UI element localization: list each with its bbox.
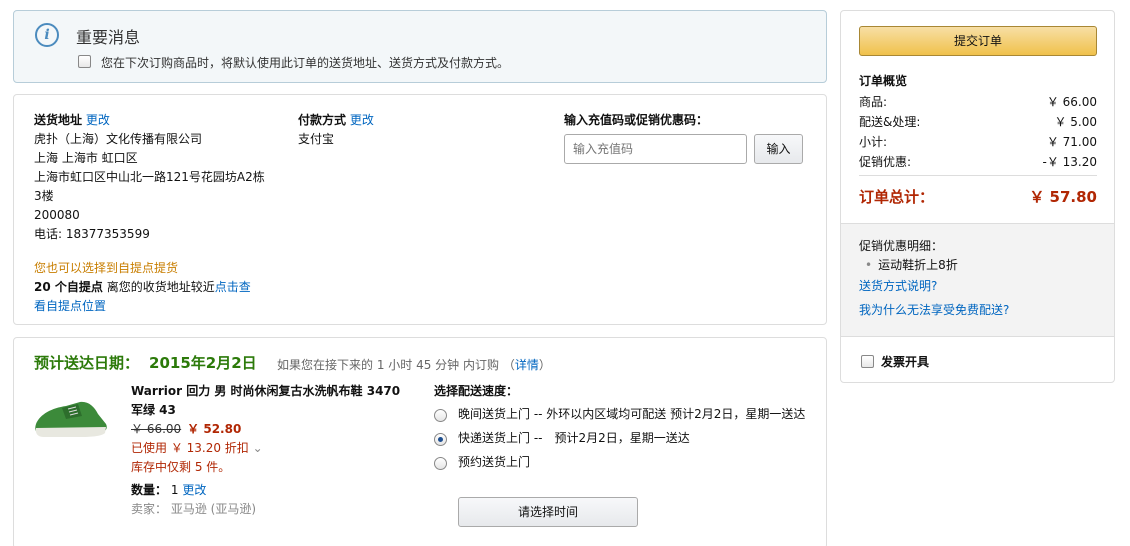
address-phone: 电话: 18377353599 (34, 227, 150, 241)
invoice-checkbox[interactable] (861, 355, 874, 368)
pickup-section: 您也可以选择到自提点提货 20 个自提点 离您的收货地址较近点击查 看自提点位置 (34, 259, 251, 316)
summary-row: 配送&处理: ￥ 5.00 (859, 112, 1097, 132)
address-line: 3楼 (34, 189, 54, 203)
promo-detail-item: • 运动鞋折上8折 (865, 256, 958, 273)
summary-row: 商品: ￥ 66.00 (859, 92, 1097, 112)
product-info: Warrior 回力 男 时尚休闲复古水洗帆布鞋 3470 军绿 43 ￥ 66… (131, 382, 411, 519)
row-value: ￥ 71.00 (1046, 135, 1097, 149)
quantity-value: 1 (170, 483, 179, 497)
address-line: 200080 (34, 208, 80, 222)
change-quantity-link[interactable]: 更改 (182, 483, 206, 497)
promo-details: 促销优惠明细： • 运动鞋折上8折 送货方式说明? 我为什么无法享受免费配送? (841, 223, 1114, 337)
view-pickup-link-cont[interactable]: 看自提点位置 (34, 299, 106, 313)
deadline-text: 如果您在接下来的 1 小时 45 分钟 内订购 (277, 358, 499, 372)
row-label: 配送&处理: (859, 115, 921, 129)
payment-method: 支付宝 (298, 132, 335, 146)
option-label: 预约送货上门 (458, 455, 531, 469)
change-address-link[interactable]: 更改 (86, 113, 110, 127)
change-payment-link[interactable]: 更改 (350, 113, 374, 127)
discount-applied: 已使用 ￥ 13.20 折扣 ⌄ (131, 439, 411, 458)
address-line: 上海市虹口区中山北一路121号花园坊A2栋 (34, 170, 265, 184)
est-label: 预计送达日期： (34, 354, 140, 372)
row-label: 商品: (859, 95, 888, 109)
view-pickup-link[interactable]: 点击查 (215, 280, 251, 294)
est-date: 2015年2月2日 (149, 354, 257, 372)
promo-item-text: 运动鞋折上8折 (878, 258, 958, 272)
bullet-icon: • (865, 258, 873, 272)
address-payment-panel: 送货地址 更改 虎扑（上海）文化传播有限公司 上海 上海市 虹口区 上海市虹口区… (13, 94, 827, 325)
order-total: 订单总计： ￥ 57.80 (859, 186, 1097, 207)
info-icon: i (35, 23, 59, 47)
option-label: 快递送货上门 -- 预计2月2日，星期一送达 (458, 431, 690, 445)
sale-price: ￥ 52.80 (187, 422, 242, 436)
seller-label: 卖家： (131, 502, 168, 516)
free-shipping-link[interactable]: 我为什么无法享受免费配送? (859, 301, 1009, 318)
seller-name: 亚马逊 (亚马逊) (170, 502, 257, 516)
submit-order-button[interactable]: 提交订单 (859, 26, 1097, 56)
promo-detail-title: 促销优惠明细： (859, 239, 944, 253)
address-line: 上海 上海市 虹口区 (34, 151, 138, 165)
shipping-option-express[interactable]: 快递送货上门 -- 预计2月2日，星期一送达 (434, 429, 814, 448)
default-settings-checkbox[interactable] (78, 55, 91, 68)
radio-button[interactable] (434, 457, 447, 470)
shipping-option-scheduled[interactable]: 预约送货上门 (434, 453, 814, 472)
row-label: 小计: (859, 135, 888, 149)
estimated-delivery: 预计送达日期： 2015年2月2日 (34, 352, 257, 373)
invoice-label: 发票开具 (881, 355, 930, 369)
order-deadline-note: 如果您在接下来的 1 小时 45 分钟 内订购 （详情） (277, 356, 551, 373)
order-summary: 提交订单 订单概览 商品: ￥ 66.00 配送&处理: ￥ 5.00 小计: ￥ 7… (840, 10, 1115, 383)
shipping-speed-title: 选择配送速度： (434, 384, 519, 398)
paren: （ (502, 358, 515, 372)
option-label: 晚间送货上门 -- 外环以内区域均可配送 预计2月2日，星期一送达 (458, 407, 806, 421)
promo-section: 输入充值码或促销优惠码： 输入 (564, 111, 803, 164)
important-notice: i 重要消息 您在下次订购商品时，将默认使用此订单的送货地址、送货方式及付款方式… (13, 10, 827, 83)
shipping-option-evening[interactable]: 晚间送货上门 -- 外环以内区域均可配送 预计2月2日，星期一送达 (434, 405, 814, 424)
notice-title: 重要消息 (76, 28, 141, 47)
total-value: ￥ 57.80 (1029, 188, 1097, 206)
radio-button[interactable] (434, 409, 447, 422)
default-settings-label: 您在下次订购商品时，将默认使用此订单的送货地址、送货方式及付款方式。 (101, 56, 510, 70)
details-link[interactable]: 详情 (515, 358, 539, 372)
overview-title: 订单概览 (859, 74, 908, 88)
row-label: 促销优惠: (859, 155, 912, 169)
radio-button-selected[interactable] (434, 433, 447, 446)
product-name[interactable]: Warrior 回力 男 时尚休闲复古水洗帆布鞋 3470 军绿 43 (131, 382, 411, 420)
chevron-down-icon[interactable]: ⌄ (253, 441, 263, 455)
discount-text: 已使用 ￥ 13.20 折扣 (131, 441, 249, 455)
row-value: ￥ 66.00 (1046, 95, 1097, 109)
address-line: 虎扑（上海）文化传播有限公司 (34, 132, 203, 146)
product-image[interactable] (32, 394, 110, 442)
promo-label: 输入充值码或促销优惠码： (564, 113, 709, 127)
summary-row: 促销优惠: -￥ 13.20 (859, 152, 1097, 172)
row-value: ￥ 5.00 (1054, 115, 1097, 129)
quantity-label: 数量： (131, 483, 168, 497)
shipping-speed-section: 选择配送速度： 晚间送货上门 -- 外环以内区域均可配送 预计2月2日，星期一送… (434, 382, 814, 527)
paren: ） (538, 358, 551, 372)
shipping-address-section: 送货地址 更改 虎扑（上海）文化传播有限公司 上海 上海市 虹口区 上海市虹口区… (34, 111, 265, 244)
pickup-count: 20 个自提点 (34, 280, 103, 294)
shipping-address-label: 送货地址 (34, 113, 83, 127)
divider (859, 175, 1097, 176)
pickup-distance-text: 离您的收货地址较近 (106, 280, 215, 294)
payment-section: 付款方式 更改 支付宝 (298, 111, 374, 149)
shipping-info-link[interactable]: 送货方式说明? (859, 277, 937, 294)
summary-row: 小计: ￥ 71.00 (859, 132, 1097, 152)
invoice-option[interactable]: 发票开具 (861, 353, 929, 370)
row-value: -￥ 13.20 (1042, 155, 1098, 169)
stock-warning: 库存中仅剩 5 件。 (131, 460, 231, 474)
payment-label: 付款方式 (298, 113, 347, 127)
total-label: 订单总计： (859, 188, 935, 206)
delivery-panel: 预计送达日期： 2015年2月2日 如果您在接下来的 1 小时 45 分钟 内订购… (13, 337, 827, 546)
summary-rows: 商品: ￥ 66.00 配送&处理: ￥ 5.00 小计: ￥ 71.00 促销优惠:… (859, 92, 1097, 172)
promo-code-input[interactable] (564, 134, 747, 164)
original-price: ￥ 66.00 (131, 422, 182, 436)
pickup-hint: 您也可以选择到自提点提货 (34, 261, 179, 275)
choose-time-button[interactable]: 请选择时间 (458, 497, 638, 527)
promo-apply-button[interactable]: 输入 (754, 134, 803, 164)
